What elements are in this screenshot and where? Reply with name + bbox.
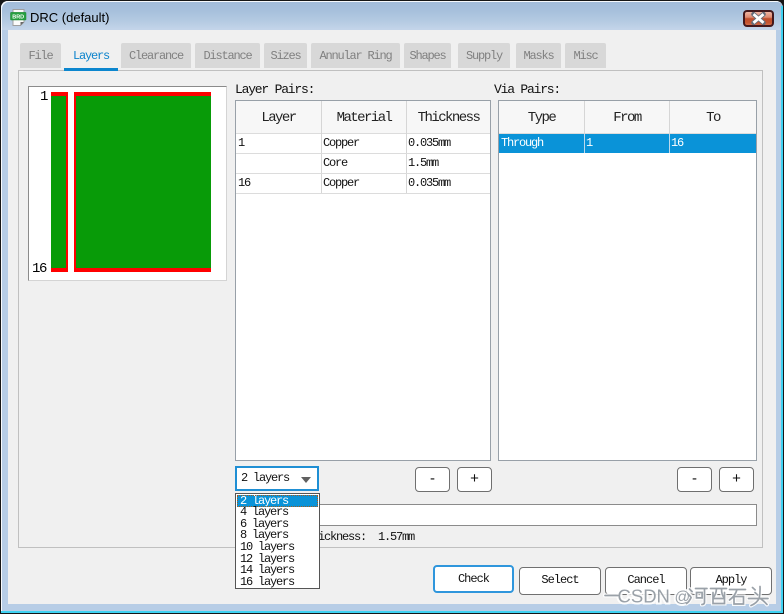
svg-text:BRD: BRD bbox=[12, 14, 24, 20]
svg-text:CSDN: CSDN bbox=[618, 586, 670, 607]
svg-text:@: @ bbox=[675, 589, 691, 606]
